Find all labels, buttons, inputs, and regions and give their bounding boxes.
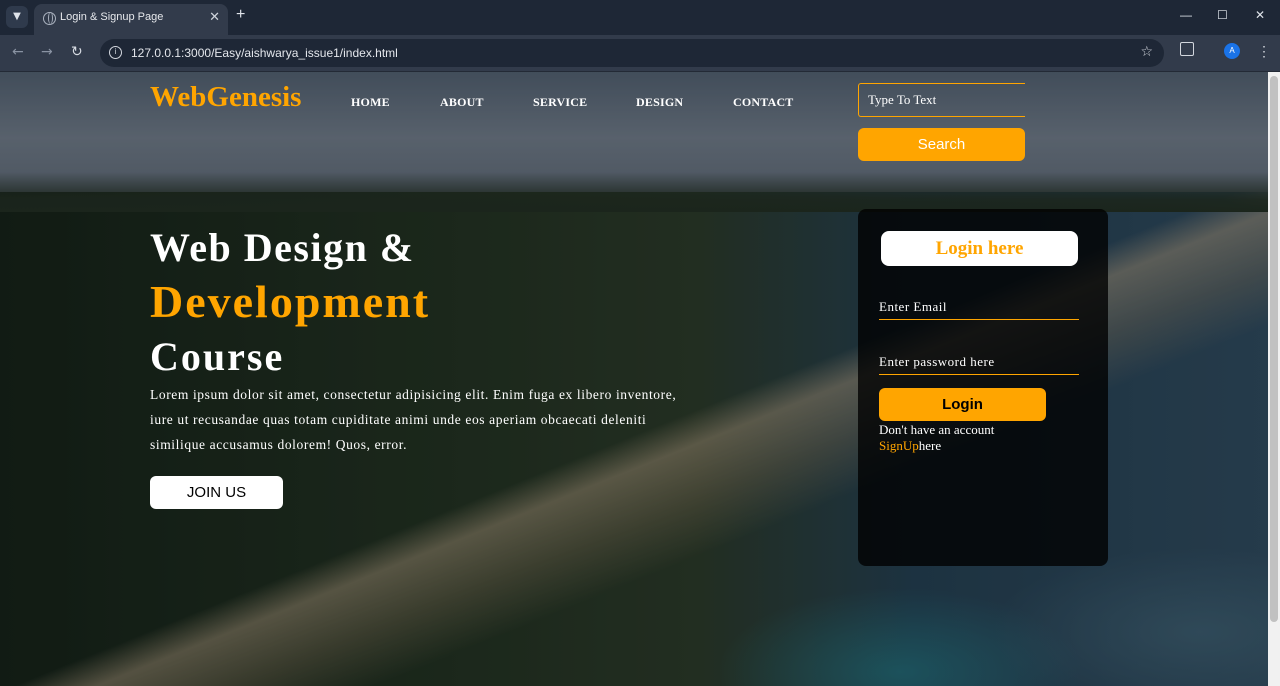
hero-title-line3: Course [150, 334, 285, 379]
join-us-button[interactable]: JOIN US [150, 476, 283, 509]
new-tab-icon[interactable]: + [236, 6, 245, 24]
login-button[interactable]: Login [879, 388, 1046, 421]
tab-search-icon[interactable]: ▼ [6, 6, 28, 28]
hero-title-line2: Development [150, 276, 431, 327]
minimize-icon[interactable]: — [1180, 8, 1192, 22]
login-title: Login here [881, 231, 1078, 266]
browser-tab[interactable]: Login & Signup Page ✕ [34, 4, 228, 35]
signup-link[interactable]: SignUp [879, 438, 919, 453]
reload-icon[interactable]: ↻ [71, 44, 83, 60]
extensions-icon[interactable] [1180, 42, 1194, 56]
close-window-icon[interactable]: ✕ [1255, 8, 1265, 22]
globe-icon [43, 12, 56, 25]
browser-menu-icon[interactable]: ⋮ [1257, 43, 1271, 60]
no-account-text: Don't have an account [879, 422, 995, 437]
hero-title-line1: Web Design & [150, 225, 415, 270]
scrollbar-thumb[interactable] [1270, 76, 1278, 622]
forward-icon[interactable]: → [41, 44, 53, 60]
browser-toolbar: ← → ↻ i 127.0.0.1:3000/Easy/aishwarya_is… [0, 35, 1280, 72]
tab-title: Login & Signup Page [60, 11, 164, 23]
close-tab-icon[interactable]: ✕ [209, 9, 220, 25]
login-card: Login here Login Don't have an account S… [858, 209, 1108, 566]
nav-home[interactable]: HOME [351, 95, 390, 110]
email-field[interactable] [879, 294, 1079, 320]
search-button[interactable]: Search [858, 128, 1025, 161]
page-scrollbar[interactable] [1268, 72, 1280, 686]
signup-prompt: Don't have an account SignUphere [879, 422, 1059, 454]
browser-tab-bar: ▼ Login & Signup Page ✕ + — ☐ ✕ [0, 0, 1280, 35]
nav-service[interactable]: SERVICE [533, 95, 587, 110]
url-text[interactable]: 127.0.0.1:3000/Easy/aishwarya_issue1/ind… [131, 46, 398, 60]
hero-paragraph: Lorem ipsum dolor sit amet, consectetur … [150, 387, 677, 452]
back-icon[interactable]: ← [12, 44, 24, 60]
nav-about[interactable]: ABOUT [440, 95, 484, 110]
password-field[interactable] [879, 349, 1079, 375]
site-info-icon[interactable]: i [109, 46, 122, 59]
maximize-icon[interactable]: ☐ [1217, 8, 1228, 22]
bookmark-star-icon[interactable]: ☆ [1140, 44, 1153, 60]
nav-design[interactable]: DESIGN [636, 95, 683, 110]
profile-avatar[interactable]: A [1224, 43, 1240, 59]
signup-suffix: here [918, 438, 942, 453]
site-logo[interactable]: WebGenesis [150, 81, 301, 114]
address-bar[interactable]: i 127.0.0.1:3000/Easy/aishwarya_issue1/i… [100, 39, 1164, 67]
page-viewport: WebGenesis HOME ABOUT SERVICE DESIGN CON… [0, 72, 1268, 686]
nav-contact[interactable]: CONTACT [733, 95, 794, 110]
search-input[interactable] [858, 83, 1025, 117]
